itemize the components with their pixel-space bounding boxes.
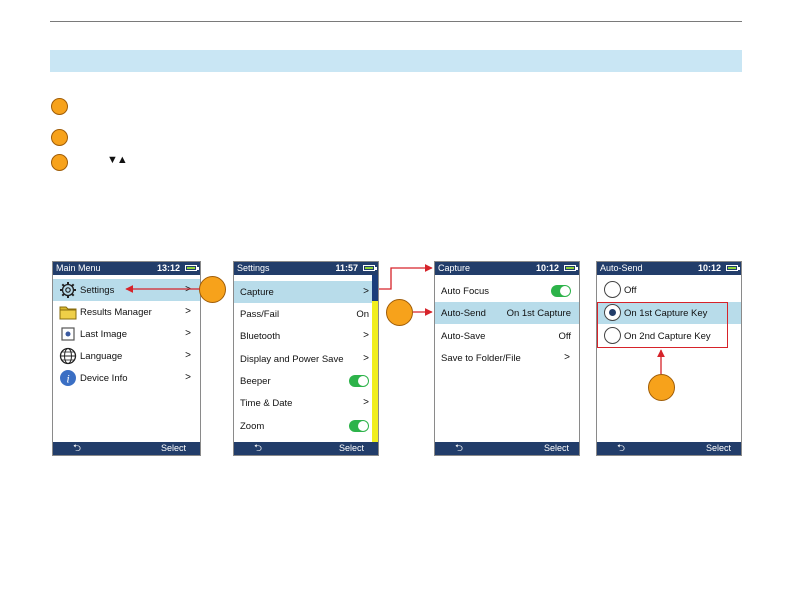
arrow-to-capture — [379, 264, 433, 290]
annotation-arrows — [125, 264, 665, 374]
